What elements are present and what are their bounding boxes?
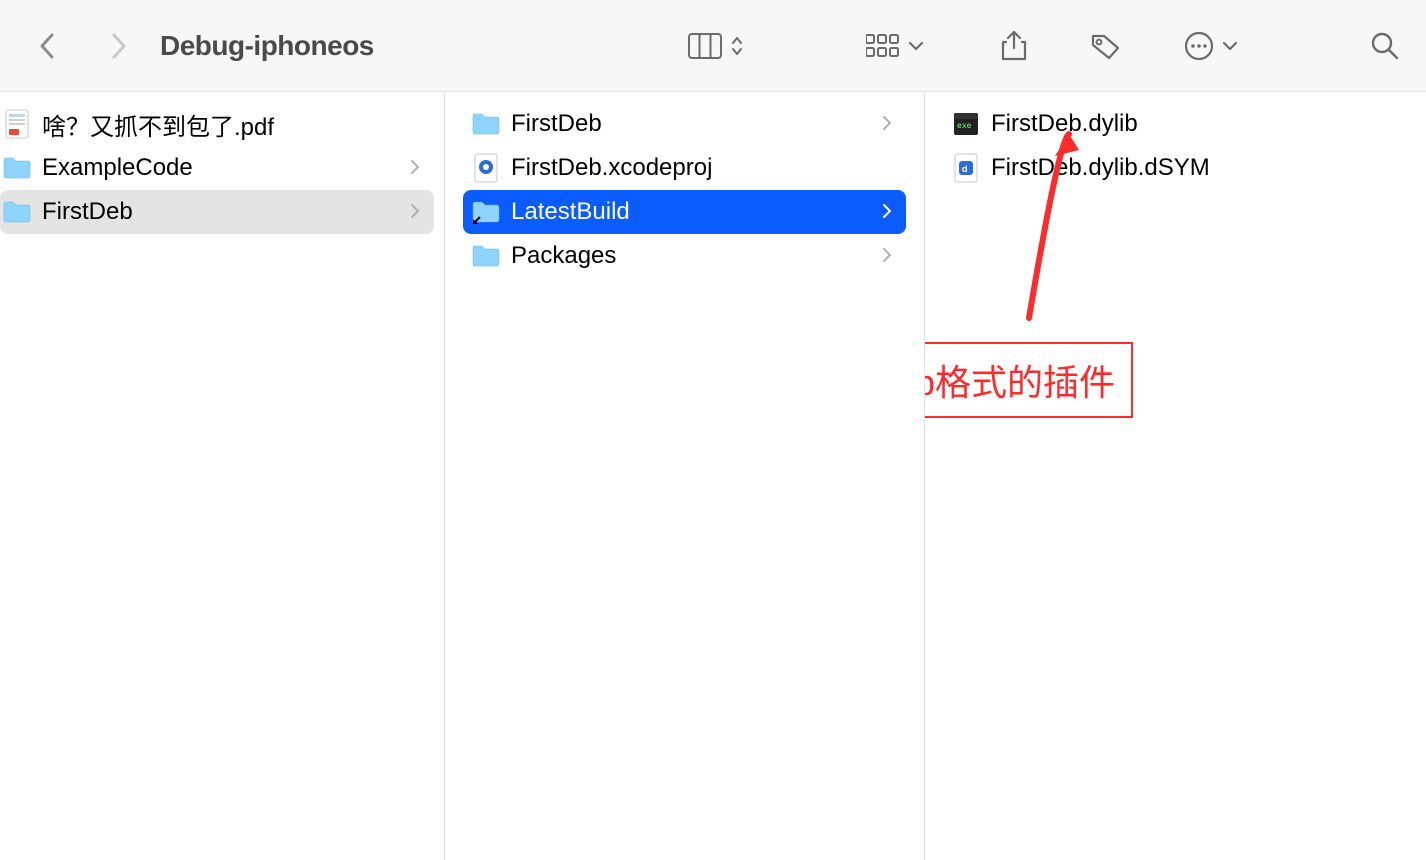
file-name: FirstDeb.dylib [991, 110, 1394, 138]
file-name: 啥？又抓不到包了.pdf [42, 107, 420, 142]
search-button[interactable] [1364, 26, 1406, 66]
folder-icon [471, 109, 501, 139]
exec-file-icon: exe [951, 109, 981, 139]
group-by-button[interactable] [860, 26, 930, 66]
list-item-selected[interactable]: FirstDeb [0, 190, 434, 234]
folder-name: ExampleCode [42, 154, 410, 182]
chevron-right-icon [410, 198, 420, 226]
list-item-selected[interactable]: LatestBuild [463, 190, 906, 234]
list-item[interactable]: exe FirstDeb.dylib [943, 102, 1408, 146]
folder-name: FirstDeb [42, 198, 410, 226]
annotation-label: 这则是dylib格式的插件 [925, 342, 1133, 418]
folder-icon [2, 153, 32, 183]
toolbar-right [682, 26, 1406, 66]
search-icon [1370, 31, 1400, 61]
view-switcher[interactable] [682, 26, 750, 66]
back-chevron-icon [37, 31, 59, 61]
share-icon [1000, 30, 1028, 62]
folder-icon [471, 241, 501, 271]
column-3[interactable]: exe FirstDeb.dylib d FirstDeb.dylib.dSYM… [925, 92, 1426, 860]
list-item[interactable]: FirstDeb.xcodeproj [463, 146, 906, 190]
folder-name: FirstDeb [511, 110, 882, 138]
column-browser: 啥？又抓不到包了.pdf ExampleCode FirstDeb [0, 92, 1426, 860]
folder-alias-icon [471, 197, 501, 227]
list-item[interactable]: ExampleCode [0, 146, 434, 190]
folder-name: LatestBuild [511, 198, 882, 226]
list-item[interactable]: Packages [463, 234, 906, 278]
folder-name: Packages [511, 242, 882, 270]
more-icon [1178, 26, 1220, 66]
column-1[interactable]: 啥？又抓不到包了.pdf ExampleCode FirstDeb [0, 92, 445, 860]
list-item[interactable]: 啥？又抓不到包了.pdf [0, 102, 434, 146]
forward-chevron-icon [107, 31, 129, 61]
tag-icon [1090, 32, 1122, 60]
chevron-down-icon [906, 26, 930, 66]
window-title: Debug-iphoneos [160, 30, 374, 62]
xcodeproj-icon [471, 153, 501, 183]
file-name: FirstDeb.xcodeproj [511, 154, 892, 182]
folder-icon [2, 197, 32, 227]
updown-icon [728, 26, 750, 66]
chevron-right-icon [882, 198, 892, 226]
group-icon [860, 26, 906, 66]
pdf-file-icon [2, 109, 32, 139]
more-button[interactable] [1178, 26, 1244, 66]
share-button[interactable] [994, 26, 1034, 66]
list-item[interactable]: FirstDeb [463, 102, 906, 146]
chevron-down-icon [1220, 26, 1244, 66]
svg-text:d: d [962, 164, 968, 174]
dsym-file-icon: d [951, 153, 981, 183]
columns-view-icon [682, 26, 728, 66]
chevron-right-icon [882, 242, 892, 270]
file-name: FirstDeb.dylib.dSYM [991, 154, 1394, 182]
chevron-right-icon [882, 110, 892, 138]
back-button[interactable] [30, 28, 66, 64]
svg-text:exe: exe [957, 121, 972, 130]
forward-button[interactable] [100, 28, 136, 64]
tags-button[interactable] [1084, 26, 1128, 66]
nav-group [30, 28, 136, 64]
toolbar: Debug-iphoneos [0, 0, 1426, 92]
chevron-right-icon [410, 154, 420, 182]
column-2[interactable]: FirstDeb FirstDeb.xcodeproj LatestBuild [445, 92, 925, 860]
annotation-text: 这则是dylib格式的插件 [925, 362, 1115, 403]
list-item[interactable]: d FirstDeb.dylib.dSYM [943, 146, 1408, 190]
